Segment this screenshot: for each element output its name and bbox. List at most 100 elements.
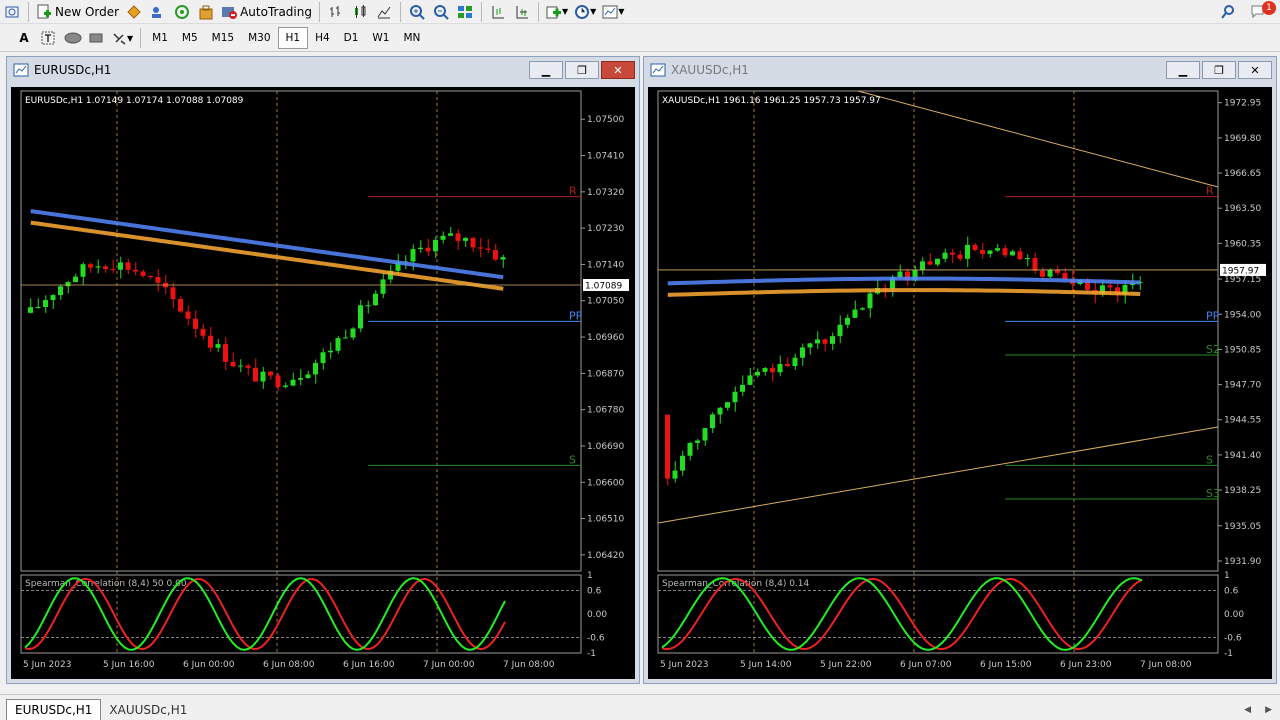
y-tick-label: 1.07410: [587, 152, 624, 162]
candle-body: [223, 344, 228, 362]
candle-body: [830, 336, 835, 344]
candle-body: [410, 249, 416, 262]
line-chart-button[interactable]: [372, 1, 396, 23]
x-tick-label: 6 Jun 23:00: [1060, 660, 1112, 670]
y-tick-label: 1.06780: [587, 406, 624, 416]
chart-canvas[interactable]: 1972.95 1969.80 1966.65 1963.50 1960.35 1957.…: [648, 87, 1272, 679]
bar-chart-button[interactable]: [324, 1, 348, 23]
close-button[interactable]: ✕: [1238, 61, 1272, 79]
bar-chart-icon: [328, 4, 344, 20]
candle-body: [695, 440, 700, 443]
timeframe-h4[interactable]: H4: [308, 27, 337, 49]
notification-button[interactable]: 1: [1250, 0, 1276, 21]
candle-body: [807, 343, 813, 348]
chart-window-eurusd[interactable]: EURUSDc,H1 ▁ ❐ ✕ 1.07500 1.07410 1.07320 1.…: [6, 56, 640, 684]
timeframe-w1[interactable]: W1: [365, 27, 396, 49]
candle-body: [365, 305, 371, 307]
timeframe-h1[interactable]: H1: [277, 27, 309, 49]
tab-xauusd[interactable]: XAUUSDc,H1: [101, 699, 195, 720]
minimize-button[interactable]: ▁: [1166, 61, 1200, 79]
timeframe-bar: M1 M5 M15 M30 H1 H4 D1 W1 MN: [145, 27, 427, 49]
minimize-icon: ▁: [541, 63, 551, 77]
candle-body: [702, 428, 708, 441]
timeframe-d1[interactable]: D1: [337, 27, 366, 49]
window-titlebar[interactable]: EURUSDc,H1 ▁ ❐ ✕: [7, 57, 639, 83]
chart-window-xauusd[interactable]: XAUUSDc,H1 ▁ ❐ ✕ 1972.95 1969.80 1966.65 19…: [643, 56, 1277, 684]
timeframe-m1[interactable]: M1: [145, 27, 175, 49]
candle-body: [253, 367, 258, 382]
timeframe-m5[interactable]: M5: [175, 27, 205, 49]
periods-button[interactable]: ▼: [571, 1, 599, 23]
zoom-in-button[interactable]: [405, 1, 429, 23]
tile-windows-button[interactable]: [453, 1, 477, 23]
timeframe-m30[interactable]: M30: [241, 27, 277, 49]
zoom-out-button[interactable]: [429, 1, 453, 23]
indicators-button[interactable]: ▼: [543, 1, 571, 23]
new-order-label: New Order: [55, 4, 120, 19]
candle-body: [418, 247, 423, 250]
arrows-tool-button[interactable]: ▼: [108, 27, 136, 49]
maximize-button[interactable]: ❐: [1202, 61, 1236, 79]
rectangle-tool-button[interactable]: [84, 27, 108, 49]
timeframe-mn[interactable]: MN: [396, 27, 427, 49]
candle-body: [58, 286, 63, 296]
maximize-button[interactable]: ❐: [565, 61, 599, 79]
close-button[interactable]: ✕: [601, 61, 635, 79]
symbol-info-text: XAUUSDc,H1 1961.16 1961.25 1957.73 1957.…: [662, 96, 881, 106]
candle-body: [283, 385, 288, 387]
candle-body: [118, 262, 123, 270]
market-button[interactable]: [194, 1, 218, 23]
tab-eurusd[interactable]: EURUSDc,H1: [6, 699, 102, 720]
text-tool-button[interactable]: A: [12, 27, 36, 49]
candle-body: [95, 266, 101, 268]
bag-icon: [198, 4, 214, 20]
autoscroll-button[interactable]: [510, 1, 534, 23]
candle-body: [777, 364, 783, 373]
tab-scroll: ◀ ▶: [1244, 705, 1280, 720]
indicator-tick-label: 0.6: [587, 587, 602, 597]
search-icon[interactable]: [1220, 4, 1236, 20]
profiles-button[interactable]: [0, 1, 24, 23]
candle-body: [950, 252, 955, 255]
y-tick-label: 1944.55: [1224, 416, 1261, 426]
templates-button[interactable]: ▼: [599, 1, 627, 23]
scroll-right-icon[interactable]: ▶: [1265, 705, 1272, 715]
candle-body: [455, 233, 461, 241]
label-tool-button[interactable]: [36, 27, 60, 49]
minimize-button[interactable]: ▁: [529, 61, 563, 79]
timeframe-m15[interactable]: M15: [205, 27, 241, 49]
close-icon: ✕: [1250, 63, 1260, 77]
candle-body: [110, 269, 116, 271]
window-title: XAUUSDc,H1: [671, 63, 749, 77]
window-titlebar[interactable]: XAUUSDc,H1 ▁ ❐ ✕: [644, 57, 1276, 83]
tile-icon: [457, 4, 473, 20]
navigator-button[interactable]: [146, 1, 170, 23]
indicator-tick-label: 1: [1224, 571, 1230, 581]
candle-body: [1017, 251, 1023, 260]
candle-body: [373, 293, 378, 306]
autotrading-button[interactable]: AutoTrading: [218, 1, 315, 23]
candle-body: [1040, 270, 1045, 277]
pivot-level-label: R: [569, 185, 577, 198]
candle-body: [320, 352, 326, 364]
chart-canvas[interactable]: 1.07500 1.07410 1.07320 1.07230 1.07140 1.070…: [11, 87, 635, 679]
x-tick-label: 6 Jun 00:00: [183, 660, 235, 670]
y-tick-label: 1950.85: [1224, 345, 1261, 355]
chart-shift-button[interactable]: [486, 1, 510, 23]
candle-body: [747, 375, 753, 385]
new-order-button[interactable]: New Order: [33, 1, 122, 23]
y-tick-label: 1957.15: [1224, 275, 1261, 285]
candle-body: [178, 299, 183, 312]
candle-body: [215, 344, 221, 348]
candle-body: [762, 368, 768, 372]
x-tick-label: 7 Jun 08:00: [1140, 660, 1192, 670]
candle-body: [275, 375, 281, 387]
metaeditor-button[interactable]: [122, 1, 146, 23]
candlestick-button[interactable]: [348, 1, 372, 23]
scroll-left-icon[interactable]: ◀: [1244, 705, 1251, 715]
rectangle-icon: [88, 30, 104, 46]
candle-body: [800, 347, 805, 358]
candle-body: [710, 414, 715, 429]
ellipse-tool-button[interactable]: [60, 27, 84, 49]
signals-button[interactable]: [170, 1, 194, 23]
